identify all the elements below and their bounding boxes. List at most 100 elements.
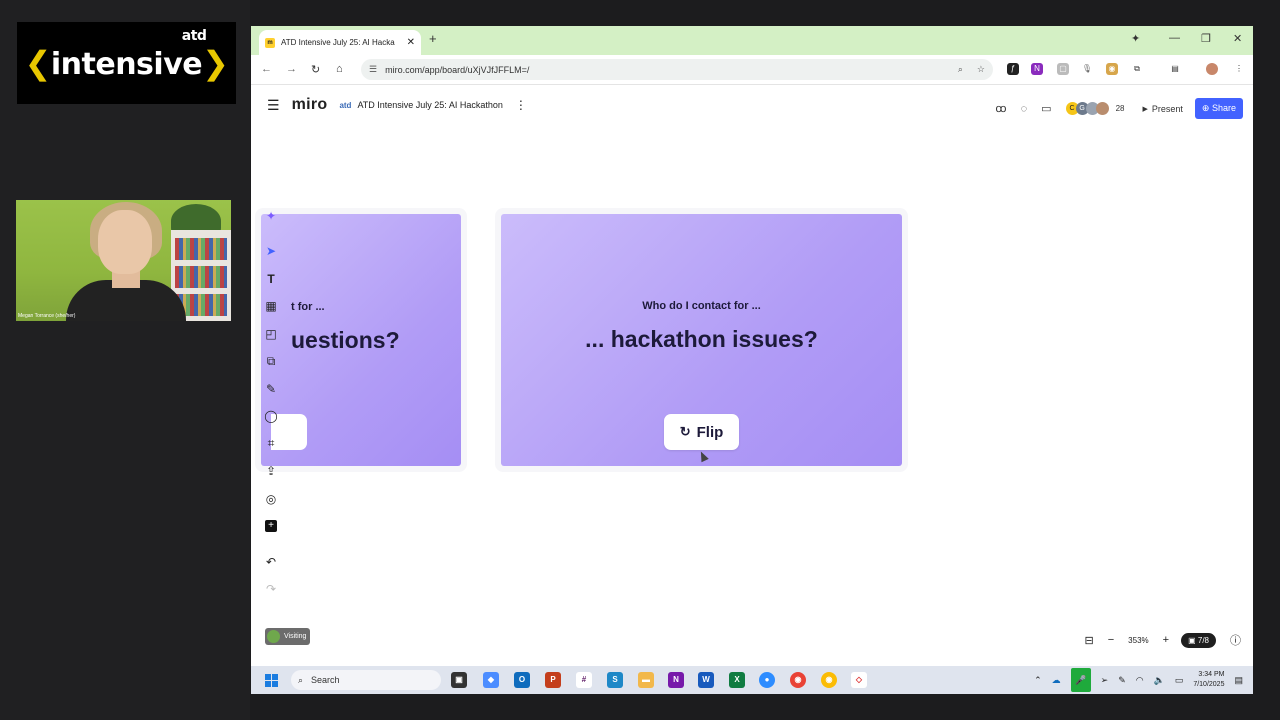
comments-icon[interactable]: ◌	[1021, 103, 1028, 115]
flip-icon: ↻	[679, 424, 691, 439]
site-info-icon[interactable]: ☰	[369, 64, 377, 75]
file-explorer-icon[interactable]: ▬	[638, 672, 654, 688]
copilot-icon[interactable]: ◆	[483, 672, 499, 688]
upload-icon[interactable]: ⇪	[260, 458, 282, 486]
visiting-badge[interactable]: Visiting	[265, 628, 311, 645]
volume-icon[interactable]: 🔈	[1154, 675, 1165, 686]
powerpoint-icon[interactable]: P	[545, 672, 561, 688]
reactions-icon[interactable]: ꝏ	[995, 102, 1006, 115]
help-icon[interactable]: ⓘ	[1230, 632, 1241, 648]
templates-icon[interactable]: ▦	[260, 293, 282, 321]
frame-icon[interactable]: ⌗	[260, 430, 282, 458]
tab-close-icon[interactable]: ✕	[407, 37, 415, 48]
chrome-profile-icon[interactable]: ◉	[821, 672, 837, 688]
card-left-small-text: t for ...	[291, 301, 325, 313]
wifi-icon[interactable]: ◠	[1136, 675, 1144, 686]
fit-to-screen-icon[interactable]: ⊟	[1085, 634, 1094, 647]
zoom-controls: ⊟ − 353% + ▣ 7/8 ⓘ	[1071, 632, 1241, 648]
extension-3-icon[interactable]: ▢	[1057, 63, 1069, 75]
side-panel-icon[interactable]: ▤	[1169, 63, 1181, 75]
onenote-icon[interactable]: N	[668, 672, 684, 688]
comment-icon[interactable]: ◯	[260, 403, 282, 431]
main-menu-icon[interactable]: ☰	[267, 97, 280, 114]
profile-avatar-icon[interactable]	[1206, 63, 1218, 75]
play-icon: ▶	[1142, 105, 1148, 113]
board-canvas[interactable]: t for ... uestions? Who do I contact for…	[251, 126, 1253, 666]
board-options-icon[interactable]: ⋮	[515, 98, 527, 112]
shapes-icon[interactable]: ⧉	[260, 348, 282, 376]
creation-toolbar: ✦ ➤ T ▦ ◰ ⧉ ✎ ◯ ⌗ ⇪ ◎ + ↶ ↷	[259, 202, 283, 606]
app-extra-icon[interactable]: ◇	[851, 672, 867, 688]
extension-mic-icon[interactable]: 🎙	[1081, 63, 1093, 75]
send-icon[interactable]: ➢	[1101, 675, 1109, 686]
onedrive-icon[interactable]: ☁	[1052, 675, 1061, 686]
zoom-out-icon[interactable]: −	[1108, 634, 1114, 646]
restore-button[interactable]: ❐	[1201, 32, 1211, 45]
extension-pin-icon[interactable]: ✦	[1131, 32, 1140, 45]
zoom-search-icon[interactable]: ⌕	[958, 64, 963, 75]
present-button[interactable]: ▶ Present	[1136, 101, 1188, 117]
word-icon[interactable]: W	[698, 672, 714, 688]
share-button[interactable]: ⊕ Share	[1194, 98, 1243, 119]
video-call-icon[interactable]: ▭	[1041, 102, 1051, 115]
browser-window: m ATD Intensive July 25: AI Hacka ✕ + ✦ …	[251, 26, 1253, 694]
url-omnibox[interactable]: ☰ miro.com/app/board/uXjVJfJFFLM=/ ⌕ ☆	[361, 59, 993, 80]
atd-intensive-logo: ❮intensive❯ atd	[17, 22, 236, 104]
back-icon[interactable]: ←	[261, 63, 272, 75]
flashcard-left[interactable]: t for ... uestions?	[261, 214, 461, 466]
bookmark-star-icon[interactable]: ☆	[977, 64, 985, 75]
outlook-icon[interactable]: O	[514, 672, 530, 688]
sticky-note-icon[interactable]: ◰	[260, 320, 282, 348]
chrome-icon[interactable]: ◉	[790, 672, 806, 688]
frames-counter[interactable]: ▣ 7/8	[1181, 632, 1216, 648]
minimize-button[interactable]: —	[1169, 32, 1180, 44]
pen-icon[interactable]: ✎	[260, 375, 282, 403]
new-tab-button[interactable]: +	[429, 31, 437, 46]
zoom-app-icon[interactable]: ●	[759, 672, 775, 688]
zoom-level[interactable]: 353%	[1128, 636, 1148, 645]
card-main-big-text: ... hackathon issues?	[585, 326, 818, 352]
home-icon[interactable]: ⌂	[336, 63, 343, 75]
board-title[interactable]: ATD Intensive July 25: AI Hackathon	[357, 100, 502, 110]
text-tool-icon[interactable]: T	[260, 265, 282, 293]
collaborator-count[interactable]: 28	[1116, 104, 1125, 113]
windows-start-icon[interactable]	[265, 674, 278, 687]
card-left-big-text: uestions?	[291, 327, 400, 353]
notifications-icon[interactable]: ▤	[1234, 675, 1243, 686]
extension-1-icon[interactable]: ƒ	[1007, 63, 1019, 75]
microphone-icon[interactable]: 🎤	[1070, 668, 1091, 692]
apps-icon[interactable]: ◎	[260, 485, 282, 513]
taskbar-search[interactable]: ⌕ Search	[291, 670, 441, 690]
collaborator-avatar[interactable]	[1095, 102, 1109, 115]
battery-icon[interactable]: ▭	[1175, 675, 1184, 686]
extension-5-icon[interactable]: ◉	[1106, 63, 1118, 75]
url-text: miro.com/app/board/uXjVJfJFFLM=/	[385, 64, 530, 75]
extensions-puzzle-icon[interactable]: ⧉	[1131, 63, 1143, 75]
presenter-face	[98, 210, 152, 274]
flashcard-main[interactable]: Who do I contact for ... ... hackathon i…	[501, 214, 902, 466]
excel-icon[interactable]: X	[729, 672, 745, 688]
forward-icon[interactable]: →	[286, 63, 297, 75]
close-window-button[interactable]: ✕	[1233, 32, 1242, 45]
tab-miro-board[interactable]: m ATD Intensive July 25: AI Hacka ✕	[259, 30, 421, 55]
redo-icon[interactable]: ↷	[260, 576, 282, 604]
share-label: Share	[1211, 103, 1236, 113]
globe-icon: ⊕	[1201, 103, 1210, 113]
task-view-icon[interactable]: ▣	[451, 672, 467, 688]
reload-icon[interactable]: ↻	[311, 63, 320, 76]
flip-label: Flip	[696, 423, 724, 441]
extension-onenote-icon[interactable]: N	[1031, 63, 1043, 75]
snagit-icon[interactable]: S	[607, 672, 623, 688]
clock[interactable]: 3:34 PM 7/10/2025	[1193, 670, 1224, 690]
visitor-avatar	[267, 630, 280, 643]
flip-button[interactable]: ↻ Flip	[664, 414, 739, 450]
zoom-in-icon[interactable]: +	[1163, 634, 1169, 646]
ai-sparkle-icon[interactable]: ✦	[260, 202, 282, 230]
undo-icon[interactable]: ↶	[260, 548, 282, 576]
pen-tray-icon[interactable]: ✎	[1118, 675, 1126, 686]
more-tools-icon[interactable]: +	[260, 513, 282, 541]
browser-menu-icon[interactable]: ⋮	[1233, 63, 1245, 75]
select-tool-icon[interactable]: ➤	[260, 238, 282, 266]
tray-chevron-icon[interactable]: ⌃	[1034, 675, 1042, 686]
slack-icon[interactable]: #	[576, 672, 592, 688]
